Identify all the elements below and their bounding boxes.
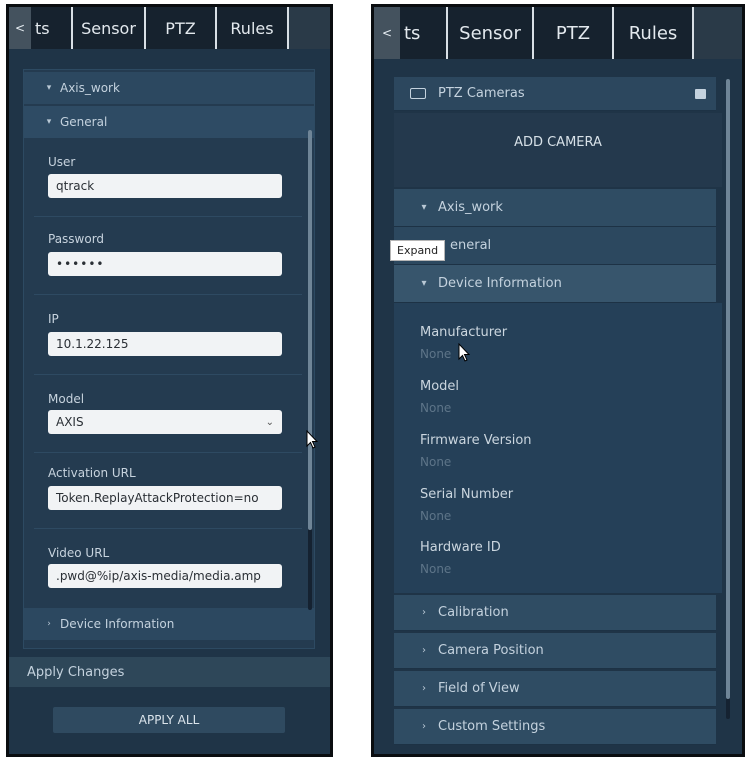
- activation-url-label: Activation URL: [48, 466, 136, 480]
- chevron-left-icon: <: [381, 26, 393, 40]
- manufacturer-value: None: [420, 347, 452, 361]
- camera-config-card: ▾ Axis_work ▾ General User qtrack Passwo…: [23, 69, 315, 649]
- expand-tooltip: Expand: [390, 240, 446, 261]
- camera-position-label: Camera Position: [438, 643, 544, 658]
- password-input[interactable]: ••••••: [48, 252, 282, 276]
- apply-all-button[interactable]: APPLY ALL: [53, 707, 285, 733]
- device-info-section-label: Device Information: [60, 617, 175, 631]
- camera-section-label: Axis_work: [60, 81, 120, 95]
- tab-ptz[interactable]: PTZ: [146, 7, 217, 49]
- mouse-cursor-icon: [306, 430, 318, 449]
- firmware-version-value: None: [420, 455, 452, 469]
- ip-label: IP: [48, 312, 59, 326]
- divider: [34, 294, 302, 295]
- back-tab-button[interactable]: <: [374, 7, 400, 59]
- chevron-left-icon: <: [14, 21, 26, 35]
- model-value: None: [420, 401, 452, 415]
- chevron-right-icon: ›: [422, 683, 426, 694]
- back-tab-button[interactable]: <: [9, 7, 31, 49]
- tab-ptz[interactable]: PTZ: [534, 7, 614, 59]
- tab-partial[interactable]: ts: [400, 7, 448, 59]
- field-of-view-label: Field of View: [438, 681, 520, 696]
- tab-rules[interactable]: Rules: [217, 7, 289, 49]
- add-camera-button[interactable]: ADD CAMERA: [394, 135, 722, 150]
- divider: [34, 528, 302, 529]
- model-label: Model: [420, 379, 460, 394]
- general-section-label: eneral: [450, 238, 492, 253]
- password-label: Password: [48, 232, 105, 246]
- chevron-down-icon: ▾: [46, 83, 52, 93]
- ptz-cameras-header[interactable]: PTZ Cameras: [394, 77, 716, 111]
- apply-changes-label: Apply Changes: [27, 664, 125, 680]
- model-select[interactable]: AXIS ⌄: [48, 410, 282, 434]
- lock-icon[interactable]: [695, 88, 706, 99]
- field-of-view-section-header[interactable]: › Field of View: [394, 671, 716, 707]
- custom-settings-section-header[interactable]: › Custom Settings: [394, 709, 716, 745]
- camera-section-header[interactable]: ▾ Axis_work: [24, 72, 314, 104]
- calibration-label: Calibration: [438, 605, 509, 620]
- hardware-id-label: Hardware ID: [420, 540, 501, 555]
- activation-url-input[interactable]: Token.ReplayAttackProtection=no: [48, 486, 282, 510]
- camera-position-section-header[interactable]: › Camera Position: [394, 633, 716, 669]
- user-label: User: [48, 155, 76, 169]
- chevron-right-icon: ›: [422, 645, 426, 656]
- left-ptz-panel: < ts Sensor PTZ Rules ▾ Axis_work ▾ Gene…: [6, 4, 333, 757]
- scrollbar-thumb[interactable]: [308, 130, 312, 530]
- divider: [34, 216, 302, 217]
- chevron-down-icon: ▾: [421, 278, 427, 289]
- hardware-id-value: None: [420, 562, 452, 576]
- divider: [34, 374, 302, 375]
- model-label: Model: [48, 392, 85, 406]
- scrollbar-thumb[interactable]: [726, 79, 730, 699]
- mouse-cursor-icon: [458, 343, 470, 362]
- general-section-header[interactable]: ▾ General: [24, 106, 314, 138]
- tab-bar: < ts Sensor PTZ Rules: [9, 7, 330, 49]
- device-info-section-header[interactable]: ▾ Device Information: [394, 265, 716, 303]
- model-select-value: AXIS: [56, 415, 84, 429]
- chevron-right-icon: ›: [422, 607, 426, 618]
- tab-rules[interactable]: Rules: [614, 7, 694, 59]
- tab-bar: < ts Sensor PTZ Rules: [374, 7, 742, 59]
- manufacturer-label: Manufacturer: [420, 325, 508, 340]
- chevron-right-icon: ›: [47, 619, 51, 629]
- serial-number-value: None: [420, 509, 452, 523]
- right-ptz-panel: < ts Sensor PTZ Rules PTZ Cameras ADD CA…: [371, 4, 745, 757]
- serial-number-label: Serial Number: [420, 487, 514, 502]
- chevron-down-icon: ▾: [46, 117, 52, 127]
- tab-bar-filler: [289, 7, 330, 49]
- tab-sensor[interactable]: Sensor: [448, 7, 534, 59]
- camera-icon: [410, 88, 426, 99]
- chevron-right-icon: ›: [422, 721, 426, 732]
- device-info-section-header[interactable]: › Device Information: [24, 608, 314, 640]
- custom-settings-label: Custom Settings: [438, 719, 546, 734]
- add-camera-label: ADD CAMERA: [514, 135, 602, 150]
- ip-input[interactable]: 10.1.22.125: [48, 332, 282, 356]
- camera-section-header[interactable]: ▾ Axis_work: [394, 189, 716, 227]
- chevron-down-icon: ▾: [421, 202, 427, 213]
- camera-section-label: Axis_work: [438, 200, 503, 215]
- video-url-label: Video URL: [48, 546, 110, 560]
- general-section-label: General: [60, 115, 108, 129]
- device-info-section-label: Device Information: [438, 276, 562, 291]
- apply-all-label: APPLY ALL: [138, 713, 200, 727]
- apply-changes-header[interactable]: Apply Changes: [9, 657, 330, 687]
- tab-sensor[interactable]: Sensor: [73, 7, 146, 49]
- tab-partial[interactable]: ts: [31, 7, 73, 49]
- device-info-body: Manufacturer None Model None Firmware Ve…: [394, 303, 722, 593]
- calibration-section-header[interactable]: › Calibration: [394, 595, 716, 631]
- video-url-input[interactable]: .pwd@%ip/axis-media/media.amp: [48, 564, 282, 588]
- user-input[interactable]: qtrack: [48, 174, 282, 198]
- firmware-version-label: Firmware Version: [420, 433, 532, 448]
- add-camera-area: ADD CAMERA: [394, 113, 722, 187]
- tab-bar-filler: [694, 7, 742, 59]
- divider: [34, 452, 302, 453]
- chevron-down-icon: ⌄: [265, 416, 274, 428]
- ptz-cameras-label: PTZ Cameras: [438, 86, 525, 101]
